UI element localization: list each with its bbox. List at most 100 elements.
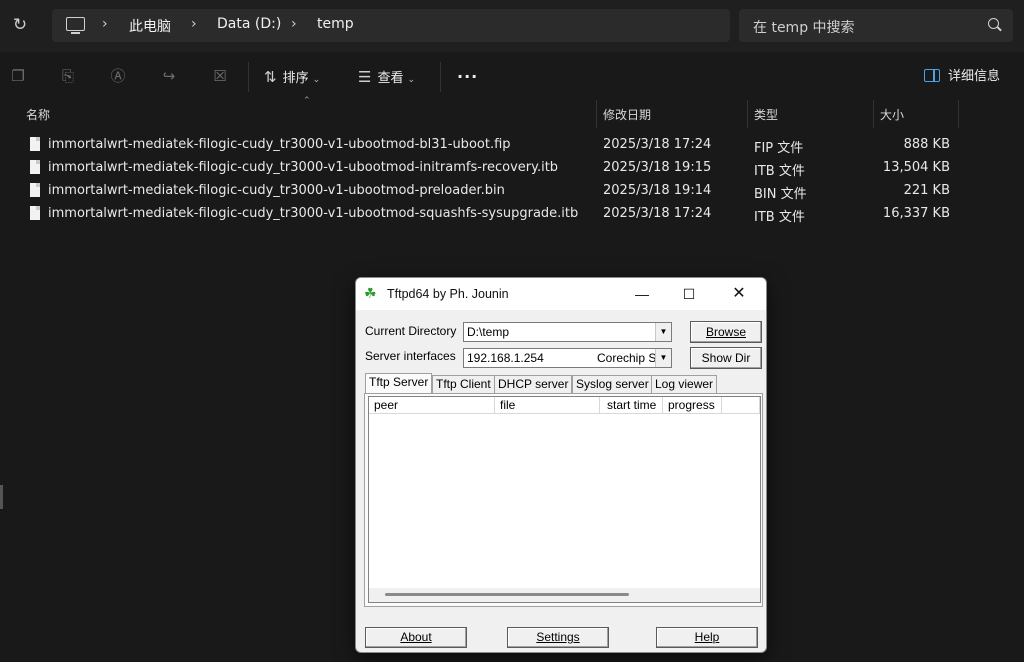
current-directory-label: Current Directory <box>365 324 457 338</box>
column-divider[interactable] <box>873 100 874 128</box>
list-header-progress[interactable]: progress <box>663 397 722 414</box>
transfer-list[interactable]: peer file start time progress <box>368 396 761 603</box>
browse-button[interactable]: Browse <box>690 321 762 343</box>
tab-tftp-client[interactable]: Tftp Client <box>432 375 495 393</box>
more-options-button[interactable]: ··· <box>457 67 478 86</box>
column-date[interactable]: 修改日期 <box>603 106 651 123</box>
column-divider[interactable] <box>747 100 748 128</box>
file-icon <box>30 206 40 220</box>
tab-log-viewer[interactable]: Log viewer <box>651 375 718 393</box>
breadcrumb-data-drive[interactable]: Data (D:) <box>217 16 281 32</box>
file-row[interactable]: immortalwrt-mediatek-filogic-cudy_tr3000… <box>0 134 1024 157</box>
details-label: 详细信息 <box>948 69 1001 84</box>
minimize-button[interactable]: — <box>627 283 657 305</box>
computer-icon[interactable] <box>66 17 85 34</box>
command-bar: ❐ ⎘ Ⓐ ↪ ☒ ⇅ 排序 ⌄ ☰ 查看 ⌄ ··· 详细信息 <box>0 52 1024 100</box>
details-pane-button[interactable]: 详细信息 <box>924 66 1000 88</box>
sort-ascending-icon: ⌃ <box>303 96 311 106</box>
chevron-right-icon[interactable]: › <box>291 16 297 32</box>
maximize-button[interactable]: ☐ <box>674 283 704 305</box>
column-divider[interactable] <box>596 100 597 128</box>
help-label: Help <box>694 630 720 644</box>
about-label: About <box>400 630 432 644</box>
file-name[interactable]: immortalwrt-mediatek-filogic-cudy_tr3000… <box>48 160 558 175</box>
paste-icon[interactable]: ⎘ <box>60 68 76 84</box>
pane-resize-handle[interactable] <box>0 485 3 509</box>
title-bar[interactable]: ☘ Tftpd64 by Ph. Jounin — ☐ ✕ <box>356 278 766 310</box>
window-title: Tftpd64 by Ph. Jounin <box>387 287 509 301</box>
file-row[interactable]: immortalwrt-mediatek-filogic-cudy_tr3000… <box>0 203 1024 226</box>
tab-syslog-server[interactable]: Syslog server <box>572 375 653 393</box>
share-icon[interactable]: ↪ <box>161 68 177 84</box>
sort-icon: ⇅ <box>264 68 277 86</box>
refresh-icon[interactable]: ↻ <box>10 15 30 35</box>
file-size: 16,337 KB <box>882 206 950 221</box>
search-icon[interactable] <box>988 18 999 29</box>
settings-button[interactable]: Settings <box>507 627 609 648</box>
copy-icon[interactable]: ❐ <box>10 68 26 84</box>
breadcrumb-this-pc[interactable]: 此电脑 <box>129 16 171 36</box>
column-header: ⌃ 名称 修改日期 类型 大小 <box>0 96 1024 128</box>
file-row[interactable]: immortalwrt-mediatek-filogic-cudy_tr3000… <box>0 180 1024 203</box>
column-divider[interactable] <box>958 100 959 128</box>
server-interfaces-label: Server interfaces <box>365 349 456 363</box>
tab-dhcp-server[interactable]: DHCP server <box>494 375 573 393</box>
tab-tftp-server[interactable]: Tftp Server <box>365 373 433 393</box>
file-name[interactable]: immortalwrt-mediatek-filogic-cudy_tr3000… <box>48 137 511 152</box>
sort-label: 排序 <box>282 71 309 86</box>
file-list: immortalwrt-mediatek-filogic-cudy_tr3000… <box>0 134 1024 226</box>
show-dir-label: Show Dir <box>701 351 751 365</box>
chevron-down-icon: ⌄ <box>312 75 321 85</box>
list-header-file[interactable]: file <box>495 397 600 414</box>
chevron-down-icon: ⌄ <box>407 75 416 85</box>
tftpd-window: ☘ Tftpd64 by Ph. Jounin — ☐ ✕ Current Di… <box>355 277 767 653</box>
file-date: 2025/3/18 19:14 <box>603 183 712 198</box>
server-interface-ip: 192.168.1.254 <box>467 351 544 365</box>
search-placeholder: 在 temp 中搜索 <box>753 20 855 36</box>
column-size[interactable]: 大小 <box>880 106 904 123</box>
sort-button[interactable]: ⇅ 排序 ⌄ <box>264 66 320 88</box>
file-type: BIN 文件 <box>754 187 807 202</box>
rename-icon[interactable]: Ⓐ <box>110 68 126 84</box>
horizontal-scrollbar[interactable] <box>369 588 760 602</box>
server-interface-name: Corechip S <box>597 351 657 365</box>
breadcrumb-temp[interactable]: temp <box>317 16 354 32</box>
dropdown-arrow-icon[interactable]: ▼ <box>655 323 671 341</box>
chevron-right-icon[interactable]: › <box>102 16 108 32</box>
close-button[interactable]: ✕ <box>724 283 754 305</box>
file-row[interactable]: immortalwrt-mediatek-filogic-cudy_tr3000… <box>0 157 1024 180</box>
list-header-peer[interactable]: peer <box>369 397 495 414</box>
file-type: ITB 文件 <box>754 164 805 179</box>
toolbar-divider <box>440 62 441 92</box>
help-button[interactable]: Help <box>656 627 758 648</box>
list-header-start-time[interactable]: start time <box>600 397 663 414</box>
file-size: 888 KB <box>903 137 950 152</box>
toolbar-divider <box>248 62 249 92</box>
search-input[interactable]: 在 temp 中搜索 <box>739 9 1013 42</box>
breadcrumb[interactable]: › 此电脑 › Data (D:) › temp <box>52 9 730 42</box>
file-name[interactable]: immortalwrt-mediatek-filogic-cudy_tr3000… <box>48 183 505 198</box>
dropdown-arrow-icon[interactable]: ▼ <box>655 349 671 367</box>
tftp-server-panel: peer file start time progress <box>364 393 763 607</box>
file-type: FIP 文件 <box>754 141 804 156</box>
about-button[interactable]: About <box>365 627 467 648</box>
show-dir-button[interactable]: Show Dir <box>690 347 762 369</box>
list-header-empty <box>722 397 760 414</box>
file-icon <box>30 160 40 174</box>
delete-icon[interactable]: ☒ <box>212 68 228 84</box>
file-name[interactable]: immortalwrt-mediatek-filogic-cudy_tr3000… <box>48 206 578 221</box>
chevron-right-icon[interactable]: › <box>191 16 197 32</box>
file-date: 2025/3/18 19:15 <box>603 160 712 175</box>
browse-label: Browse <box>705 325 746 339</box>
current-directory-value: D:\temp <box>467 325 510 339</box>
file-date: 2025/3/18 17:24 <box>603 137 712 152</box>
view-button[interactable]: ☰ 查看 ⌄ <box>358 66 415 88</box>
tftpd-app-icon: ☘ <box>364 285 377 301</box>
file-icon <box>30 183 40 197</box>
column-name[interactable]: 名称 <box>26 106 50 123</box>
file-icon <box>30 137 40 151</box>
scrollbar-thumb[interactable] <box>385 593 629 596</box>
column-type[interactable]: 类型 <box>754 106 778 123</box>
current-directory-select[interactable]: D:\temp ▼ <box>463 322 672 342</box>
server-interfaces-select[interactable]: 192.168.1.254 Corechip S ▼ <box>463 348 672 368</box>
